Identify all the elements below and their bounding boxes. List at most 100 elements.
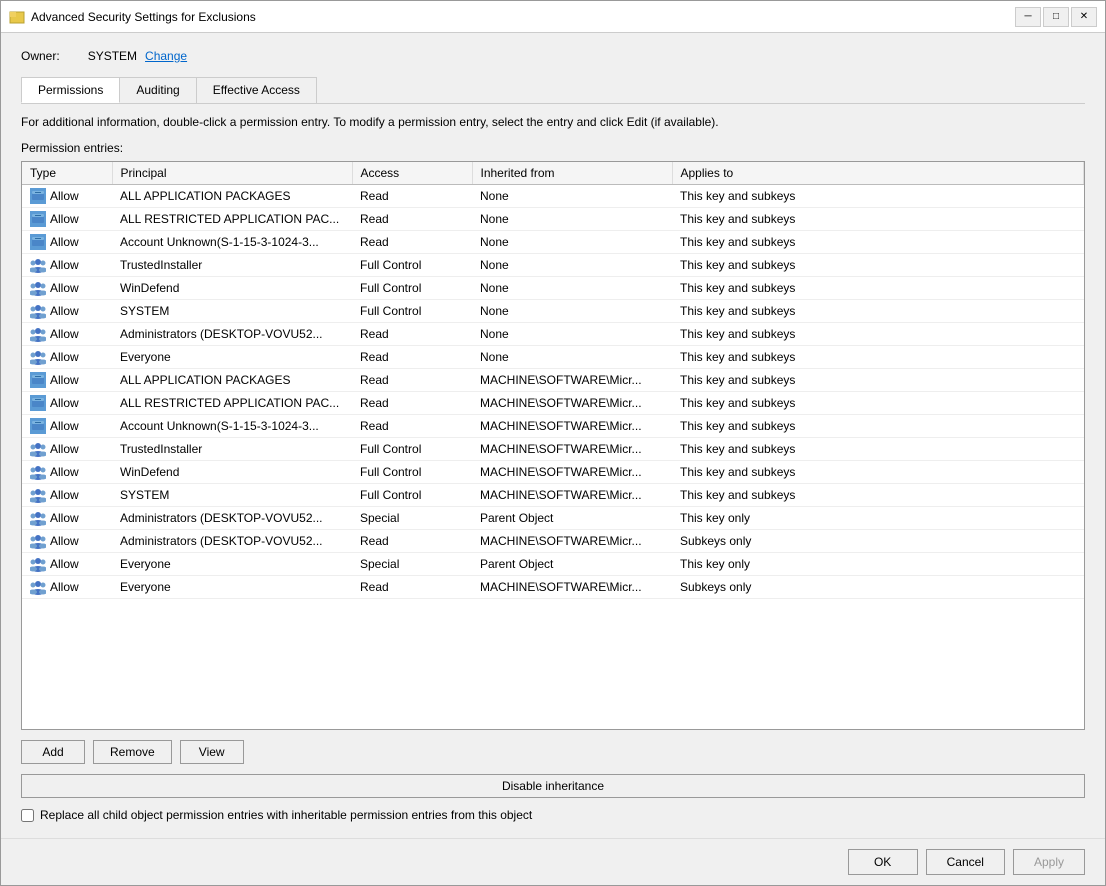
table-row[interactable]: Allow ALL APPLICATION PACKAGES Read None… — [22, 184, 1084, 207]
cell-applies: This key and subkeys — [672, 184, 1084, 207]
window-icon — [9, 9, 25, 25]
table-row[interactable]: Allow WinDefend Full Control MACHINE\SOF… — [22, 460, 1084, 483]
cell-type: Allow — [22, 460, 112, 483]
cell-type: Allow — [22, 299, 112, 322]
cell-access: Full Control — [352, 299, 472, 322]
people-icon — [30, 326, 46, 342]
cell-access: Read — [352, 230, 472, 253]
table-row[interactable]: Allow Account Unknown(S-1-15-3-1024-3...… — [22, 230, 1084, 253]
package-icon — [30, 188, 46, 204]
people-icon — [30, 510, 46, 526]
cell-applies: This key and subkeys — [672, 437, 1084, 460]
cell-access: Full Control — [352, 276, 472, 299]
people-icon — [30, 579, 46, 595]
table-row[interactable]: Allow SYSTEM Full Control None This key … — [22, 299, 1084, 322]
cell-access: Full Control — [352, 253, 472, 276]
tabs-bar: Permissions Auditing Effective Access — [21, 77, 1085, 104]
add-button[interactable]: Add — [21, 740, 85, 764]
action-buttons: Add Remove View — [21, 740, 1085, 764]
table-row[interactable]: Allow Everyone Special Parent Object Thi… — [22, 552, 1084, 575]
permissions-table-container[interactable]: Type Principal Access Inherited from App… — [21, 161, 1085, 730]
cell-principal: Everyone — [112, 345, 352, 368]
cell-principal: Administrators (DESKTOP-VOVU52... — [112, 506, 352, 529]
disable-inheritance-button[interactable]: Disable inheritance — [21, 774, 1085, 798]
table-row[interactable]: Allow SYSTEM Full Control MACHINE\SOFTWA… — [22, 483, 1084, 506]
people-icon — [30, 349, 46, 365]
tab-effective-access[interactable]: Effective Access — [196, 77, 317, 103]
owner-value: SYSTEM — [88, 49, 137, 63]
cell-principal: Account Unknown(S-1-15-3-1024-3... — [112, 414, 352, 437]
cell-inherited: MACHINE\SOFTWARE\Micr... — [472, 437, 672, 460]
table-row[interactable]: Allow Administrators (DESKTOP-VOVU52... … — [22, 506, 1084, 529]
cell-type: Allow — [22, 253, 112, 276]
cell-principal: SYSTEM — [112, 299, 352, 322]
cell-principal: WinDefend — [112, 460, 352, 483]
close-button[interactable]: ✕ — [1071, 7, 1097, 27]
cell-applies: This key only — [672, 552, 1084, 575]
table-row[interactable]: Allow Account Unknown(S-1-15-3-1024-3...… — [22, 414, 1084, 437]
table-row[interactable]: Allow Administrators (DESKTOP-VOVU52... … — [22, 529, 1084, 552]
cell-applies: This key and subkeys — [672, 322, 1084, 345]
table-row[interactable]: Allow ALL APPLICATION PACKAGES Read MACH… — [22, 368, 1084, 391]
footer: OK Cancel Apply — [1, 838, 1105, 885]
remove-button[interactable]: Remove — [93, 740, 172, 764]
replace-checkbox[interactable] — [21, 809, 34, 822]
cell-applies: Subkeys only — [672, 529, 1084, 552]
cell-applies: Subkeys only — [672, 575, 1084, 598]
cell-type: Allow — [22, 322, 112, 345]
cell-applies: This key and subkeys — [672, 391, 1084, 414]
minimize-button[interactable]: ─ — [1015, 7, 1041, 27]
cell-type: Allow — [22, 391, 112, 414]
table-row[interactable]: Allow ALL RESTRICTED APPLICATION PAC... … — [22, 391, 1084, 414]
maximize-button[interactable]: □ — [1043, 7, 1069, 27]
cell-principal: ALL APPLICATION PACKAGES — [112, 184, 352, 207]
cell-type: Allow — [22, 529, 112, 552]
cell-principal: ALL RESTRICTED APPLICATION PAC... — [112, 391, 352, 414]
table-row[interactable]: Allow ALL RESTRICTED APPLICATION PAC... … — [22, 207, 1084, 230]
cancel-button[interactable]: Cancel — [926, 849, 1005, 875]
package-icon — [30, 234, 46, 250]
cell-access: Special — [352, 506, 472, 529]
apply-button[interactable]: Apply — [1013, 849, 1085, 875]
col-header-inherited: Inherited from — [472, 162, 672, 185]
window-title: Advanced Security Settings for Exclusion… — [31, 10, 1015, 24]
table-row[interactable]: Allow WinDefend Full Control None This k… — [22, 276, 1084, 299]
cell-access: Read — [352, 345, 472, 368]
cell-applies: This key and subkeys — [672, 207, 1084, 230]
table-row[interactable]: Allow TrustedInstaller Full Control MACH… — [22, 437, 1084, 460]
cell-inherited: None — [472, 253, 672, 276]
cell-type: Allow — [22, 437, 112, 460]
cell-principal: Everyone — [112, 575, 352, 598]
table-row[interactable]: Allow Administrators (DESKTOP-VOVU52... … — [22, 322, 1084, 345]
change-owner-link[interactable]: Change — [145, 49, 187, 63]
cell-access: Read — [352, 184, 472, 207]
package-icon — [30, 372, 46, 388]
cell-access: Full Control — [352, 437, 472, 460]
col-header-access: Access — [352, 162, 472, 185]
col-header-type: Type — [22, 162, 112, 185]
cell-access: Special — [352, 552, 472, 575]
cell-applies: This key and subkeys — [672, 276, 1084, 299]
cell-inherited: None — [472, 184, 672, 207]
view-button[interactable]: View — [180, 740, 244, 764]
tab-permissions[interactable]: Permissions — [21, 77, 120, 103]
table-row[interactable]: Allow TrustedInstaller Full Control None… — [22, 253, 1084, 276]
cell-applies: This key and subkeys — [672, 368, 1084, 391]
cell-inherited: None — [472, 276, 672, 299]
cell-access: Full Control — [352, 483, 472, 506]
cell-inherited: MACHINE\SOFTWARE\Micr... — [472, 391, 672, 414]
people-icon — [30, 257, 46, 273]
title-bar: Advanced Security Settings for Exclusion… — [1, 1, 1105, 33]
ok-button[interactable]: OK — [848, 849, 918, 875]
tab-auditing[interactable]: Auditing — [119, 77, 196, 103]
cell-access: Full Control — [352, 460, 472, 483]
cell-inherited: MACHINE\SOFTWARE\Micr... — [472, 529, 672, 552]
table-row[interactable]: Allow Everyone Read None This key and su… — [22, 345, 1084, 368]
replace-checkbox-label: Replace all child object permission entr… — [40, 808, 532, 822]
cell-inherited: MACHINE\SOFTWARE\Micr... — [472, 483, 672, 506]
cell-access: Read — [352, 414, 472, 437]
cell-type: Allow — [22, 207, 112, 230]
package-icon — [30, 395, 46, 411]
cell-principal: Everyone — [112, 552, 352, 575]
table-row[interactable]: Allow Everyone Read MACHINE\SOFTWARE\Mic… — [22, 575, 1084, 598]
